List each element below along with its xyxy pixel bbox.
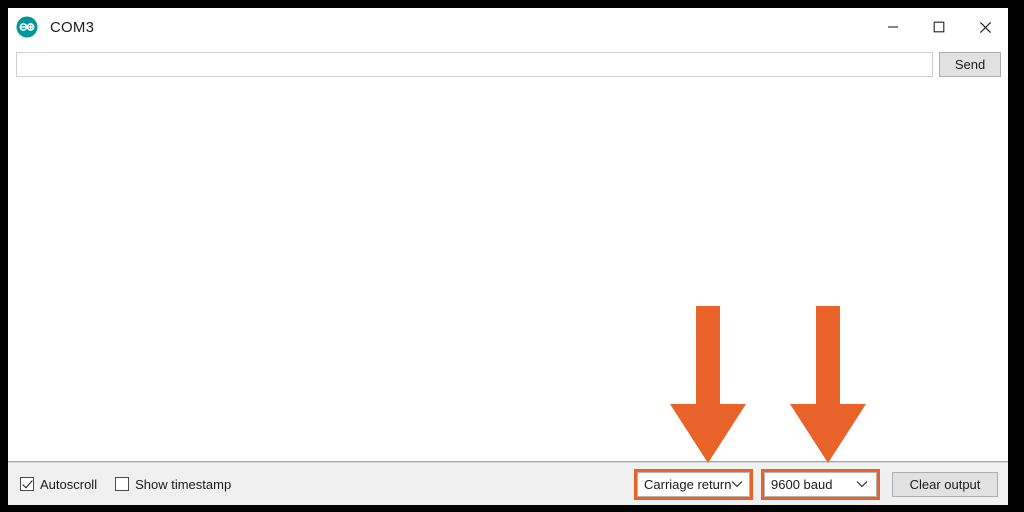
- maximize-icon[interactable]: [916, 8, 962, 46]
- baud-rate-value: 9600 baud: [771, 476, 833, 492]
- chevron-down-icon[interactable]: [731, 480, 743, 488]
- checkbox-empty-icon[interactable]: [115, 477, 130, 491]
- autoscroll-checkbox[interactable]: Autoscroll: [20, 477, 97, 492]
- line-ending-dropdown[interactable]: Carriage return: [637, 471, 750, 497]
- close-icon[interactable]: [962, 8, 1008, 46]
- send-input[interactable]: [16, 52, 933, 77]
- checkbox-check-icon[interactable]: [20, 477, 34, 491]
- send-row: Send: [8, 50, 1008, 82]
- clear-output-button[interactable]: Clear output: [892, 471, 998, 497]
- screenshot-frame: COM3 Send Autoscroll Show timestamp Carr…: [0, 0, 1024, 512]
- baud-rate-dropdown[interactable]: 9600 baud: [764, 471, 877, 497]
- serial-output-area[interactable]: [8, 86, 1008, 461]
- send-button[interactable]: Send: [939, 52, 1001, 77]
- arduino-logo-icon: [16, 16, 38, 38]
- title-bar: COM3: [8, 8, 1008, 46]
- window-controls: [870, 8, 1008, 46]
- chevron-down-icon[interactable]: [856, 480, 868, 488]
- line-ending-value: Carriage return: [644, 476, 732, 492]
- baud-rate-highlight-box: 9600 baud: [761, 468, 880, 500]
- bottom-bar-right-group: Carriage return 9600 baud Clear output: [634, 468, 998, 500]
- serial-output-text: [8, 86, 1008, 90]
- line-ending-highlight-box: Carriage return: [634, 468, 753, 500]
- window-title: COM3: [50, 18, 95, 36]
- minimize-icon[interactable]: [870, 8, 916, 46]
- show-timestamp-checkbox[interactable]: Show timestamp: [115, 477, 231, 492]
- autoscroll-label: Autoscroll: [40, 476, 98, 492]
- serial-monitor-window: COM3 Send Autoscroll Show timestamp Carr…: [8, 8, 1008, 505]
- bottom-bar: Autoscroll Show timestamp Carriage retur…: [8, 463, 1008, 505]
- show-timestamp-label: Show timestamp: [135, 476, 232, 492]
